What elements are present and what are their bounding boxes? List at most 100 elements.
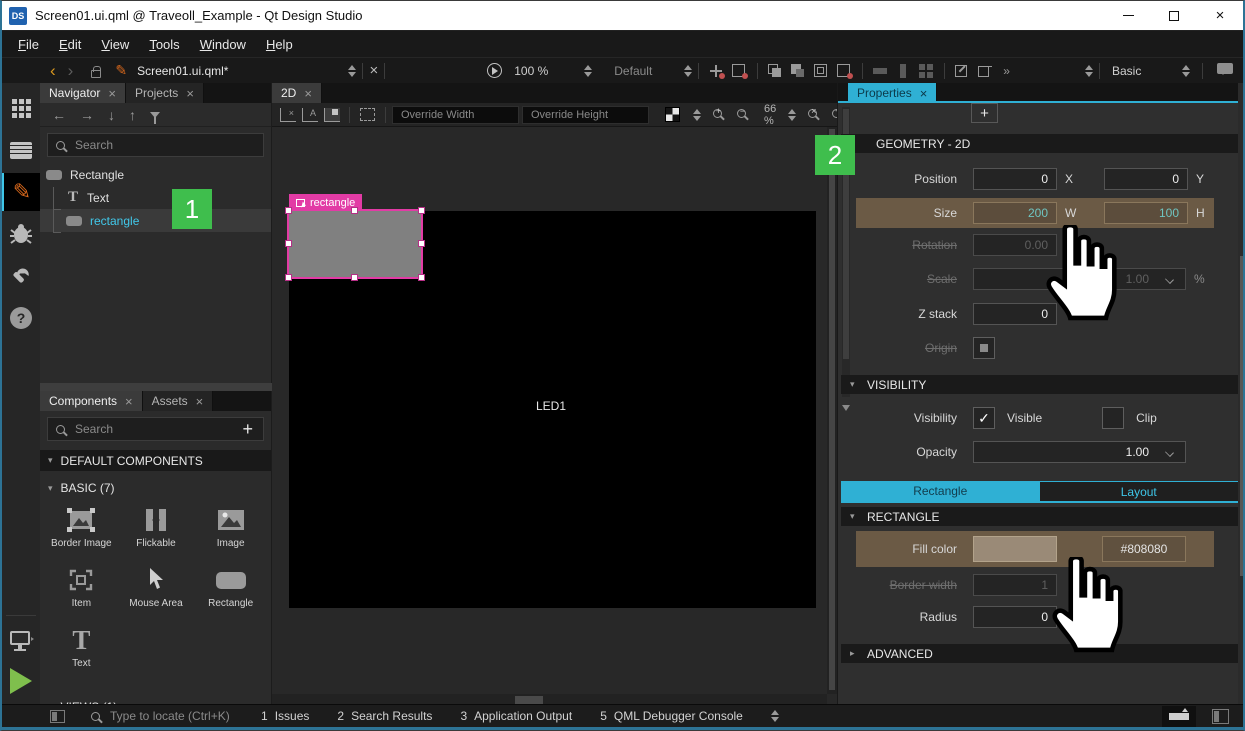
add-module-button[interactable]: + [240, 419, 255, 440]
subtab-rectangle[interactable]: Rectangle [841, 481, 1040, 501]
position-y-field[interactable]: 0 [1104, 168, 1188, 190]
minimize-button[interactable] [1105, 1, 1151, 30]
kit-spinner-left[interactable] [1085, 65, 1093, 77]
override-height-input[interactable] [529, 108, 642, 122]
section-default-components[interactable]: ▾ DEFAULT COMPONENTS [40, 450, 271, 471]
fixed-size-icon[interactable] [324, 108, 340, 122]
tree-item-rectangle-selected[interactable]: rectangle [40, 209, 271, 232]
size-height-field[interactable]: 100 [1104, 202, 1188, 224]
move-up-icon[interactable]: ↑ [129, 107, 136, 123]
annotation-edit-icon[interactable] [954, 63, 971, 79]
mode-welcome-button[interactable] [2, 89, 40, 127]
maximize-button[interactable] [1151, 1, 1197, 30]
feedback-bubble-icon[interactable] [1217, 63, 1233, 74]
tab-properties[interactable]: Properties × [848, 83, 937, 103]
component-border-image[interactable]: Border Image [44, 499, 119, 555]
toolbar-overflow-button[interactable]: » [1003, 64, 1010, 78]
move-left-icon[interactable]: ← [52, 107, 66, 123]
run-zoom-icon[interactable] [487, 63, 502, 78]
clip-checkbox[interactable] [1102, 407, 1124, 429]
kit-selector[interactable]: Basic [1112, 64, 1182, 78]
move-anchor-icon[interactable] [708, 63, 725, 79]
output-pane-qml-debugger[interactable]: 5QML Debugger Console [600, 709, 743, 723]
zoom-selection-button[interactable]: × [806, 107, 824, 123]
menu-file[interactable]: File [8, 33, 49, 56]
move-right-icon[interactable]: → [80, 107, 94, 123]
navigator-search-input[interactable] [73, 137, 255, 153]
toggle-left-sidebar-icon[interactable] [50, 710, 65, 723]
kit-selector-button[interactable] [2, 622, 40, 660]
chevron-down-icon[interactable] [1165, 448, 1174, 457]
close-icon[interactable]: × [304, 86, 312, 101]
close-document-button[interactable]: × [369, 62, 378, 79]
close-icon[interactable]: × [920, 86, 928, 101]
close-icon[interactable]: × [196, 394, 204, 409]
merge-template-icon[interactable] [813, 63, 830, 79]
style-selector[interactable]: Default [614, 64, 652, 78]
background-color-icon[interactable] [666, 108, 679, 121]
vbar-layout-icon[interactable] [895, 63, 912, 79]
override-width-field[interactable] [392, 106, 519, 124]
section-geometry-2d[interactable]: GEOMETRY - 2D [841, 134, 1238, 153]
resize-handle[interactable] [418, 207, 425, 214]
edit-document-icon[interactable]: ✎ [115, 62, 127, 79]
run-button[interactable] [10, 668, 32, 694]
tree-item-rectangle-root[interactable]: Rectangle [40, 163, 271, 186]
tab-assets[interactable]: Assets × [143, 391, 214, 411]
mode-design-button[interactable]: ✎ [2, 173, 40, 211]
mode-debug-button[interactable] [2, 215, 40, 253]
navigator-components-splitter[interactable] [40, 383, 272, 391]
design-canvas[interactable]: LED1 rectangle [272, 127, 827, 694]
locator[interactable] [91, 708, 241, 724]
properties-scrollbar[interactable] [1238, 83, 1245, 706]
resize-handle[interactable] [285, 207, 292, 214]
menu-help[interactable]: Help [256, 33, 303, 56]
section-visibility[interactable]: ▾ VISIBILITY [841, 375, 1238, 394]
grid-layout-icon[interactable] [918, 63, 935, 79]
selection-mode-icon[interactable] [731, 63, 748, 79]
resize-handle[interactable] [351, 274, 358, 281]
show-bounds-icon[interactable] [360, 108, 375, 121]
mode-projects-button[interactable] [2, 257, 40, 295]
output-pane-search-results[interactable]: 2Search Results [337, 709, 432, 723]
menu-tools[interactable]: Tools [139, 33, 189, 56]
zoom-spinner[interactable] [788, 109, 796, 121]
resize-handle[interactable] [351, 207, 358, 214]
component-image[interactable]: Image [193, 499, 268, 555]
document-selector-spinner[interactable] [348, 65, 356, 77]
run-zoom-spinner[interactable] [584, 65, 592, 77]
position-x-field[interactable]: 0 [973, 168, 1057, 190]
tab-projects[interactable]: Projects × [126, 83, 204, 103]
resize-handle[interactable] [418, 240, 425, 247]
hbar-layout-icon[interactable] [872, 63, 889, 79]
tree-item-text[interactable]: T Text [40, 186, 271, 209]
origin-selector-button[interactable] [973, 337, 995, 359]
close-button[interactable]: × [1197, 1, 1243, 30]
menu-view[interactable]: View [91, 33, 139, 56]
tab-2d[interactable]: 2D × [272, 83, 322, 103]
navigator-search[interactable] [47, 133, 264, 157]
opacity-field[interactable]: 1.00 [973, 441, 1186, 463]
components-search[interactable]: + [47, 417, 264, 441]
override-width-input[interactable] [399, 108, 512, 122]
anchor-size-icon[interactable]: A [302, 108, 318, 122]
output-pane-spinner[interactable] [771, 710, 779, 722]
build-progress-icon[interactable] [1162, 706, 1196, 727]
menu-window[interactable]: Window [190, 33, 256, 56]
selected-rectangle[interactable] [289, 211, 421, 277]
component-item[interactable]: Item [44, 559, 119, 615]
close-icon[interactable]: × [108, 86, 116, 101]
toggle-right-sidebar-icon[interactable] [1212, 709, 1229, 724]
components-search-input[interactable] [73, 421, 240, 437]
resize-handle[interactable] [285, 240, 292, 247]
subtab-layout[interactable]: Layout [1040, 481, 1239, 501]
filter-icon[interactable] [150, 112, 160, 118]
output-pane-issues[interactable]: 1Issues [261, 709, 309, 723]
kit-spinner-right[interactable] [1182, 65, 1190, 77]
chevron-down-icon[interactable] [1165, 275, 1174, 284]
mode-edit-button[interactable] [2, 131, 40, 169]
zoom-in-button[interactable]: + [711, 107, 729, 123]
section-rectangle[interactable]: ▾ RECTANGLE [841, 507, 1238, 526]
move-down-icon[interactable]: ↓ [108, 107, 115, 123]
close-icon[interactable]: × [186, 86, 194, 101]
